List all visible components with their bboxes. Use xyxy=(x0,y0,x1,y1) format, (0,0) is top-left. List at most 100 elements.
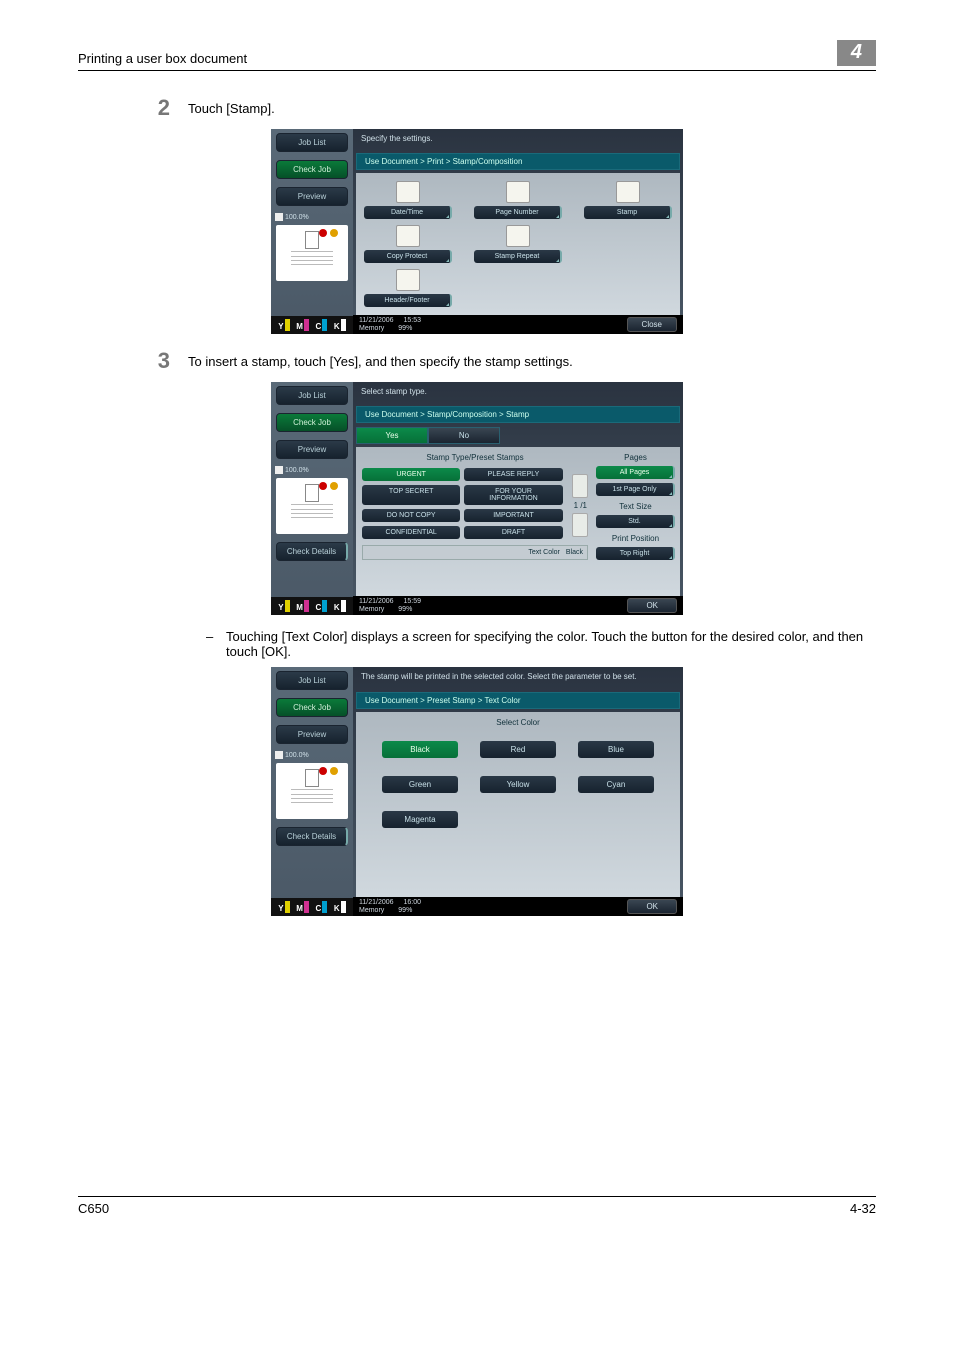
dash: – xyxy=(206,629,226,644)
footer-mem-value: 99% xyxy=(398,325,412,333)
check-details-button[interactable]: Check Details xyxy=(276,827,348,846)
instruction-text: The stamp will be printed in the selecte… xyxy=(353,667,683,692)
color-blue-button[interactable]: Blue xyxy=(578,741,654,758)
close-button[interactable]: Close xyxy=(627,317,677,332)
panel-stamp-composition: Job List Check Job Preview 100.0% Y xyxy=(271,129,683,334)
preset-draft[interactable]: DRAFT xyxy=(464,526,562,539)
footer-mem-label: Memory xyxy=(359,606,384,614)
color-cyan-button[interactable]: Cyan xyxy=(578,776,654,793)
preview-thumbnail xyxy=(276,225,348,281)
substep-text-color: – Touching [Text Color] displays a scree… xyxy=(206,629,876,659)
page-header-title: Printing a user box document xyxy=(78,51,247,66)
footer-mem-label: Memory xyxy=(359,907,384,915)
color-black-button[interactable]: Black xyxy=(382,741,458,758)
zoom-icon xyxy=(275,751,283,759)
footer-model: C650 xyxy=(78,1201,109,1216)
stamp-button[interactable]: Stamp xyxy=(584,206,672,219)
yes-button[interactable]: Yes xyxy=(356,427,428,444)
zoom-value: 100.0% xyxy=(285,467,309,474)
step-text: To insert a stamp, touch [Yes], and then… xyxy=(188,348,876,369)
page-footer: C650 4-32 xyxy=(78,1196,876,1216)
footer-mem-label: Memory xyxy=(359,325,384,333)
text-color-row: Text Color Black xyxy=(362,545,588,560)
job-list-button[interactable]: Job List xyxy=(276,671,348,690)
chapter-number: 4 xyxy=(837,40,876,66)
stamprepeat-button[interactable]: Stamp Repeat xyxy=(474,250,562,263)
zoom-icon xyxy=(275,213,283,221)
breadcrumb: Use Document > Stamp/Composition > Stamp xyxy=(356,406,680,423)
preset-pleasereply[interactable]: PLEASE REPLY xyxy=(464,468,562,481)
print-position-button[interactable]: Top Right xyxy=(596,547,675,560)
preset-urgent[interactable]: URGENT xyxy=(362,468,460,481)
color-red-button[interactable]: Red xyxy=(480,741,556,758)
pagenumber-button[interactable]: Page Number xyxy=(474,206,562,219)
headerfooter-button[interactable]: Header/Footer xyxy=(364,294,452,307)
print-position-heading: Print Position xyxy=(596,534,675,543)
preset-topsecret[interactable]: TOP SECRET xyxy=(362,485,460,505)
footer-time: 15:59 xyxy=(404,598,422,606)
copyprotect-button[interactable]: Copy Protect xyxy=(364,250,452,263)
datetime-button[interactable]: Date/Time xyxy=(364,206,452,219)
footer-mem-value: 99% xyxy=(398,907,412,915)
zoom-indicator: 100.0% xyxy=(275,213,349,221)
first-page-only-button[interactable]: 1st Page Only xyxy=(596,483,675,496)
panel-text-color: Job List Check Job Preview 100.0% Check … xyxy=(271,667,683,916)
stamprepeat-icon xyxy=(506,225,530,247)
ok-button[interactable]: OK xyxy=(627,598,677,613)
headerfooter-icon xyxy=(396,269,420,291)
ok-button[interactable]: OK xyxy=(627,899,677,914)
preset-donotcopy[interactable]: DO NOT COPY xyxy=(362,509,460,522)
preview-button[interactable]: Preview xyxy=(276,440,348,459)
toner-levels: Y M C K xyxy=(271,316,353,334)
preview-page-icon xyxy=(305,231,319,249)
footer-date: 11/21/2006 xyxy=(359,317,394,325)
color-magenta-button[interactable]: Magenta xyxy=(382,811,458,828)
page-up-button[interactable] xyxy=(572,474,588,498)
preset-fyi[interactable]: FOR YOUR INFORMATION xyxy=(464,485,562,505)
footer-date: 11/21/2006 xyxy=(359,899,394,907)
check-details-button[interactable]: Check Details xyxy=(276,542,348,561)
preview-dot-red xyxy=(319,229,327,237)
footer-date: 11/21/2006 xyxy=(359,598,394,606)
preview-button[interactable]: Preview xyxy=(276,725,348,744)
all-pages-button[interactable]: All Pages xyxy=(596,466,675,479)
instruction-text: Specify the settings. xyxy=(353,129,683,153)
toner-levels: Y M C K xyxy=(271,597,353,615)
pagenumber-icon xyxy=(506,181,530,203)
preview-button[interactable]: Preview xyxy=(276,187,348,206)
pages-heading: Pages xyxy=(596,453,675,462)
preset-important[interactable]: IMPORTANT xyxy=(464,509,562,522)
job-list-button[interactable]: Job List xyxy=(276,133,348,152)
stamp-type-heading: Stamp Type/Preset Stamps xyxy=(358,449,592,464)
footer-time: 16:00 xyxy=(404,899,422,907)
step-2: 2 Touch [Stamp]. xyxy=(78,95,876,121)
page-down-button[interactable] xyxy=(572,513,588,537)
check-job-button[interactable]: Check Job xyxy=(276,413,348,432)
toner-levels: Y M C K xyxy=(271,898,353,916)
preview-thumbnail xyxy=(276,478,348,534)
step-3: 3 To insert a stamp, touch [Yes], and th… xyxy=(78,348,876,374)
footer-page-number: 4-32 xyxy=(850,1201,876,1216)
color-green-button[interactable]: Green xyxy=(382,776,458,793)
substep-text: Touching [Text Color] displays a screen … xyxy=(226,629,876,659)
copyprotect-icon xyxy=(396,225,420,247)
panel-footer: 11/21/2006 15:53 Memory 99% Close xyxy=(353,315,683,334)
datetime-icon xyxy=(396,181,420,203)
instruction-text: Select stamp type. xyxy=(353,382,683,406)
check-job-button[interactable]: Check Job xyxy=(276,698,348,717)
footer-time: 15:53 xyxy=(404,317,422,325)
preview-thumbnail xyxy=(276,763,348,819)
preset-confidential[interactable]: CONFIDENTIAL xyxy=(362,526,460,539)
color-yellow-button[interactable]: Yellow xyxy=(480,776,556,793)
select-color-heading: Select Color xyxy=(356,712,680,731)
job-list-button[interactable]: Job List xyxy=(276,386,348,405)
text-size-heading: Text Size xyxy=(596,502,675,511)
page-header: Printing a user box document 4 xyxy=(78,40,876,71)
breadcrumb: Use Document > Preset Stamp > Text Color xyxy=(356,692,680,709)
text-size-button[interactable]: Std. xyxy=(596,515,675,528)
sidebar: Job List Check Job Preview 100.0% Y xyxy=(271,129,353,334)
page-indicator: 1 /1 xyxy=(574,501,587,510)
text-color-label: Text Color xyxy=(528,549,560,556)
no-button[interactable]: No xyxy=(428,427,500,444)
check-job-button[interactable]: Check Job xyxy=(276,160,348,179)
